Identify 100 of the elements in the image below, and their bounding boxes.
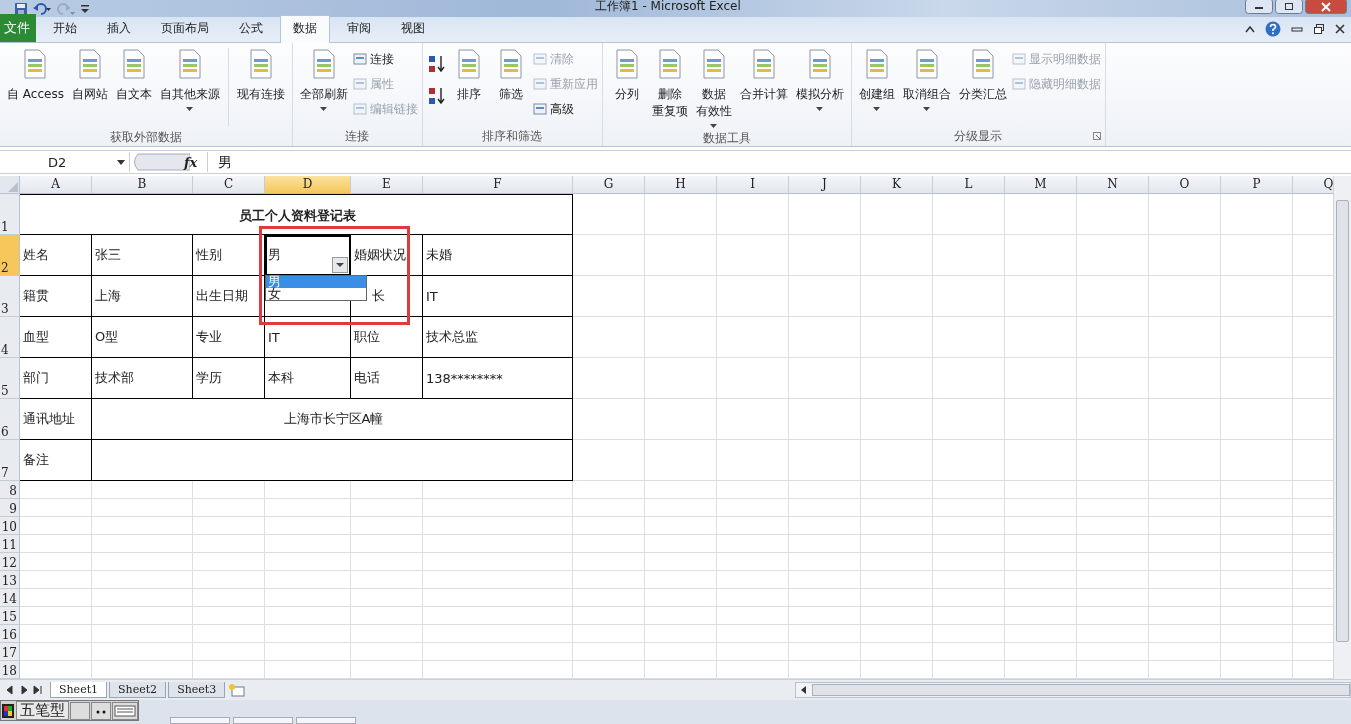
table-cell: 通讯地址: [20, 399, 92, 440]
caret-icon: [816, 107, 824, 111]
row-header[interactable]: 9: [0, 499, 20, 517]
column-header[interactable]: A: [20, 176, 92, 194]
dropdown-button[interactable]: [332, 257, 348, 273]
file-tab[interactable]: 文件: [0, 14, 36, 42]
table-cell: O型: [92, 317, 193, 358]
ribbon-button[interactable]: 删除 重复项: [648, 46, 691, 122]
column-header[interactable]: L: [933, 176, 1005, 194]
column-header[interactable]: E: [351, 176, 423, 194]
row-header[interactable]: 4: [0, 317, 20, 358]
row-header[interactable]: 3: [0, 276, 20, 317]
row-header[interactable]: 7: [0, 440, 20, 481]
ribbon-tab[interactable]: 公式: [226, 15, 276, 42]
row-header[interactable]: 13: [0, 571, 20, 589]
ribbon-button[interactable]: 数据 有效性: [692, 46, 735, 130]
row-header[interactable]: 17: [0, 643, 20, 661]
ribbon-tab[interactable]: 插入: [94, 15, 144, 42]
ribbon-tab[interactable]: 审阅: [334, 15, 384, 42]
sheet-tab[interactable]: Sheet1: [50, 682, 108, 698]
row-header[interactable]: 5: [0, 358, 20, 399]
row-header[interactable]: 15: [0, 607, 20, 625]
moon-icon[interactable]: [70, 701, 90, 720]
row-header[interactable]: 6: [0, 399, 20, 440]
ime-logo-icon[interactable]: [1, 702, 15, 719]
column-header[interactable]: H: [645, 176, 717, 194]
ribbon-button[interactable]: 合并计算: [736, 46, 791, 105]
row-header[interactable]: 1: [0, 194, 20, 235]
collapse-ribbon-icon[interactable]: [1245, 25, 1255, 33]
list-icon: [532, 102, 547, 116]
formula-input[interactable]: 男: [207, 152, 1351, 172]
row-header[interactable]: 18: [0, 661, 20, 679]
row-header[interactable]: 10: [0, 517, 20, 535]
help-icon[interactable]: [1265, 21, 1281, 37]
name-box[interactable]: D2: [0, 152, 130, 172]
ribbon-button[interactable]: 全部刷新: [296, 46, 351, 113]
ribbon-button[interactable]: 自文本: [112, 46, 155, 105]
maximize-button[interactable]: [1275, 0, 1303, 14]
ribbon-button[interactable]: 分列: [606, 46, 647, 105]
scroll-left-icon[interactable]: [800, 686, 808, 694]
close-icon[interactable]: [1335, 24, 1345, 34]
close-button[interactable]: [1305, 0, 1347, 14]
restore-icon[interactable]: [1313, 23, 1325, 35]
row-header[interactable]: 11: [0, 535, 20, 553]
ribbon-button[interactable]: 分类汇总: [955, 46, 1010, 105]
ribbon-button[interactable]: 现有连接: [233, 46, 288, 105]
sort-descending-icon[interactable]: [426, 86, 447, 106]
ribbon-button[interactable]: 创建组: [855, 46, 898, 113]
column-header[interactable]: B: [92, 176, 193, 194]
sort-ascending-icon[interactable]: [426, 54, 447, 74]
row-header[interactable]: 8: [0, 481, 20, 499]
row-header[interactable]: 2: [0, 235, 20, 276]
ribbon-button[interactable]: 取消组合: [899, 46, 954, 113]
horizontal-scrollbar[interactable]: [795, 682, 1351, 698]
ime-mode-button[interactable]: 五笔型: [16, 701, 69, 720]
ribbon-button[interactable]: 自其他来源: [156, 46, 223, 113]
table-cell: 本科: [265, 358, 351, 399]
ribbon-button[interactable]: 排序: [448, 46, 489, 105]
column-header[interactable]: Q: [1293, 176, 1333, 194]
column-header[interactable]: P: [1221, 176, 1293, 194]
minimize-icon[interactable]: [1291, 25, 1303, 33]
column-header[interactable]: M: [1005, 176, 1077, 194]
punctuation-icon[interactable]: [91, 701, 111, 720]
column-header[interactable]: D: [265, 176, 351, 194]
ribbon-tab[interactable]: 视图: [388, 15, 438, 42]
row-header[interactable]: 16: [0, 625, 20, 643]
ribbon-button[interactable]: 模拟分析: [792, 46, 847, 113]
row-header[interactable]: 12: [0, 553, 20, 571]
table-cell: 电话: [351, 358, 423, 399]
vertical-scrollbar[interactable]: [1333, 176, 1351, 679]
column-header[interactable]: C: [193, 176, 265, 194]
ribbon-tab[interactable]: 开始: [40, 15, 90, 42]
ribbon-button[interactable]: 自网站: [68, 46, 111, 105]
column-header[interactable]: F: [423, 176, 573, 194]
column-header[interactable]: N: [1077, 176, 1149, 194]
insert-function-button[interactable]: fx: [184, 154, 198, 170]
column-header[interactable]: I: [717, 176, 789, 194]
column-header[interactable]: O: [1149, 176, 1221, 194]
ribbon-button[interactable]: 高级: [532, 98, 598, 120]
sheet-tab[interactable]: Sheet3: [168, 682, 226, 698]
table-cell: IT: [423, 276, 573, 317]
column-header[interactable]: J: [789, 176, 861, 194]
ribbon-button[interactable]: 连接: [352, 48, 418, 70]
keyboard-icon[interactable]: [112, 701, 138, 720]
row-header[interactable]: 14: [0, 589, 20, 607]
table-cell: 部门: [20, 358, 92, 399]
ribbon-button[interactable]: 筛选: [490, 46, 531, 105]
column-header[interactable]: G: [573, 176, 645, 194]
table-cell: 血型: [20, 317, 92, 358]
ribbon-button[interactable]: 自 Access: [4, 46, 67, 105]
save-icon[interactable]: [14, 1, 28, 16]
undo-icon[interactable]: [32, 1, 52, 16]
dialog-launcher-icon[interactable]: [1092, 132, 1101, 140]
column-header[interactable]: K: [861, 176, 933, 194]
list-icon: [1011, 52, 1026, 66]
minimize-button[interactable]: [1245, 0, 1273, 14]
sheet-tab[interactable]: Sheet2: [109, 682, 167, 698]
ribbon-tab[interactable]: 页面布局: [148, 15, 222, 42]
ribbon-tab[interactable]: 数据: [280, 15, 330, 43]
table-cell: 张三: [92, 235, 193, 276]
